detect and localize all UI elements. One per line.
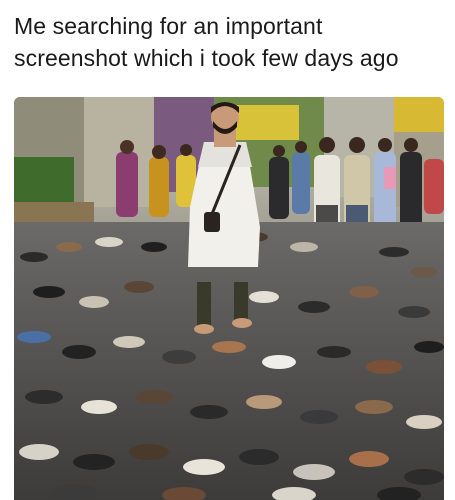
caption-line-1: Me searching for an important (14, 13, 323, 39)
meme-photo (14, 97, 444, 500)
caption-line-2: screenshot which i took few days ago (14, 45, 399, 71)
meme-caption: Me searching for an important screenshot… (14, 10, 448, 74)
meme-post: Me searching for an important screenshot… (0, 0, 455, 500)
yellow-signboard (229, 105, 299, 140)
